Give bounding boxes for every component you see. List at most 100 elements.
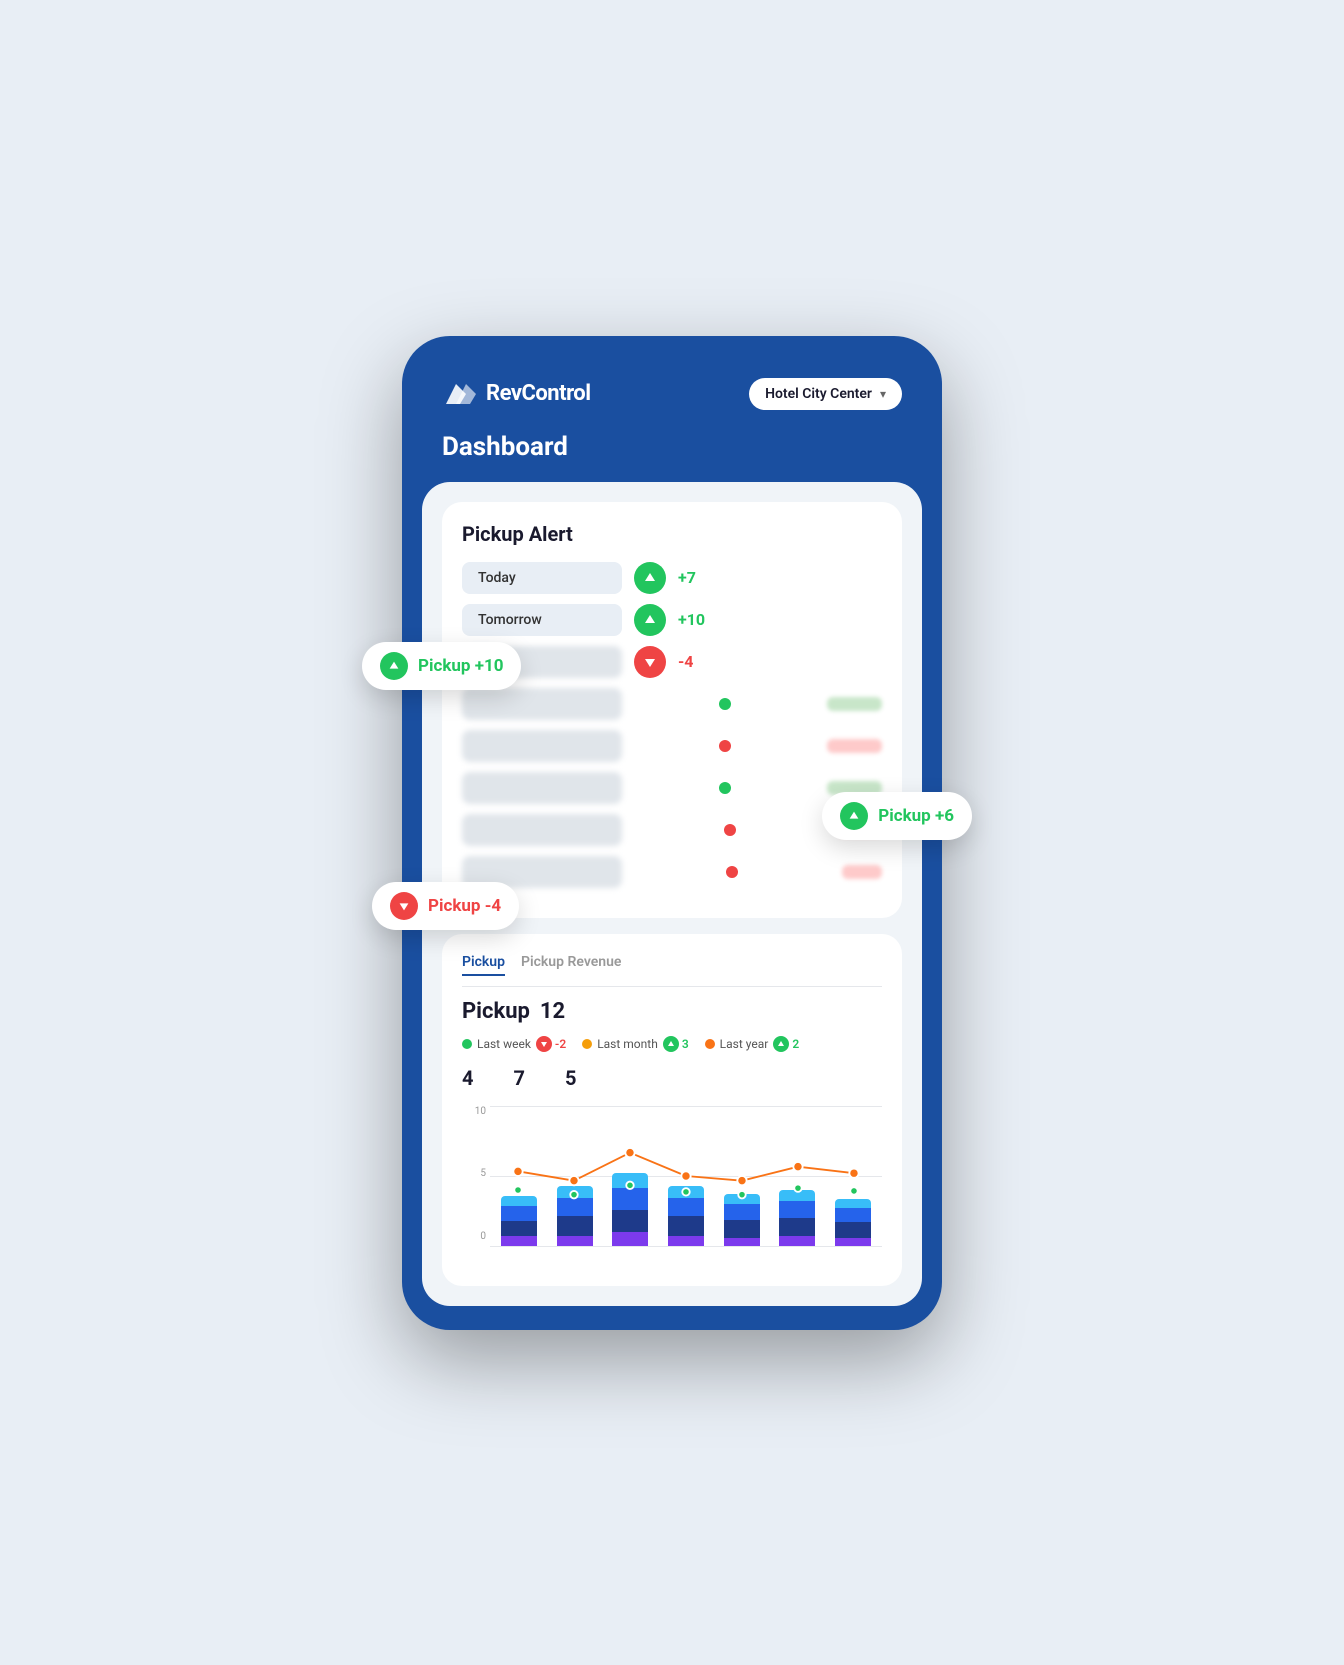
chevron-down-icon: ▾ — [880, 387, 886, 401]
bar-stack-4 — [668, 1186, 704, 1246]
alert-row-day6: Blurred — [462, 772, 882, 804]
bar-seg-6-4 — [779, 1190, 815, 1201]
alert-row-day8: Blurred — [462, 856, 882, 888]
day-label-day7: Blurred — [462, 814, 622, 846]
phone-frame: RevControl Hotel City Center ▾ Dashboard… — [402, 336, 942, 1330]
day-label-day5: Blurred — [462, 730, 622, 762]
stat-1: 4 — [462, 1066, 473, 1090]
bar-seg-3-1 — [612, 1232, 648, 1246]
bar-seg-5-4 — [724, 1194, 760, 1204]
stat-2: 7 — [513, 1066, 524, 1090]
logo-icon — [442, 376, 478, 412]
pickup-badge-minus4: Pickup -4 — [372, 882, 519, 930]
legend-label-year: Last year — [720, 1037, 769, 1051]
bar-seg-6-2 — [779, 1218, 815, 1236]
day-label-today: Today — [462, 562, 622, 594]
bar-stack-2 — [557, 1186, 593, 1246]
y-label-5: 5 — [462, 1168, 486, 1179]
bar-seg-1-3 — [501, 1206, 537, 1221]
bar-seg-7-4 — [835, 1199, 871, 1208]
badge-icon-year — [773, 1036, 789, 1052]
pickup-badge-plus6: Pickup +6 — [822, 792, 972, 840]
bar-seg-1-4 — [501, 1196, 537, 1206]
bars-row — [490, 1106, 882, 1246]
badge-text-1: Pickup +10 — [418, 656, 503, 676]
bar-group-7 — [828, 1106, 878, 1246]
bar-stack-7 — [835, 1199, 871, 1246]
status-dot-day5 — [719, 740, 731, 752]
legend-last-month: Last month 3 — [582, 1036, 688, 1052]
legend-badge-week: -2 — [536, 1036, 566, 1052]
pickup-chart-card: Pickup Pickup Revenue Pickup 12 Last wee… — [442, 934, 902, 1286]
chart-container: 10 5 0 — [462, 1106, 882, 1266]
hotel-selector[interactable]: Hotel City Center ▾ — [749, 378, 902, 410]
alert-row-day5: Blurred — [462, 730, 882, 762]
change-day8 — [842, 865, 882, 879]
pickup-title: Pickup — [462, 999, 530, 1024]
bar-seg-6-3 — [779, 1201, 815, 1218]
tab-pickup-revenue[interactable]: Pickup Revenue — [521, 954, 621, 976]
pickup-total: 12 — [540, 999, 565, 1024]
y-label-0: 0 — [462, 1231, 486, 1242]
status-dot-day6 — [719, 782, 731, 794]
legend-last-year: Last year 2 — [705, 1036, 800, 1052]
badge-text-2: Pickup +6 — [878, 806, 954, 826]
status-dot-day7 — [724, 824, 736, 836]
alert-row-tomorrow: Tomorrow +10 — [462, 604, 882, 636]
day-label-tomorrow: Tomorrow — [462, 604, 622, 636]
bar-group-3 — [605, 1106, 655, 1246]
hotel-name: Hotel City Center — [765, 386, 872, 402]
status-up-tomorrow — [634, 604, 666, 636]
y-axis: 10 5 0 — [462, 1106, 486, 1242]
bar-stack-3 — [612, 1173, 648, 1246]
pickup-badge-plus10: Pickup +10 — [362, 642, 521, 690]
alert-row-today: Today +7 — [462, 562, 882, 594]
change-day5 — [827, 739, 882, 753]
legend-label-week: Last week — [477, 1037, 531, 1051]
alert-row-day7: Blurred — [462, 814, 882, 846]
stats-row: 4 7 5 — [462, 1066, 882, 1090]
bar-seg-1-2 — [501, 1221, 537, 1236]
pickup-alert-title: Pickup Alert — [462, 522, 882, 546]
bar-group-6 — [773, 1106, 823, 1246]
bar-stack-5 — [724, 1194, 760, 1246]
bar-seg-5-3 — [724, 1204, 760, 1220]
tab-pickup[interactable]: Pickup — [462, 954, 505, 976]
status-up-today — [634, 562, 666, 594]
pickup-heading: Pickup 12 — [462, 999, 882, 1024]
badge-up-icon — [380, 652, 408, 680]
bar-seg-4-3 — [668, 1198, 704, 1216]
legend-badge-year: 2 — [773, 1036, 799, 1052]
bar-seg-5-2 — [724, 1220, 760, 1238]
bar-seg-7-2 — [835, 1222, 871, 1238]
stat-3: 5 — [565, 1066, 576, 1090]
alert-row-day3: Blurred -4 — [462, 646, 882, 678]
change-day4 — [827, 697, 882, 711]
pickup-alert-card: Pickup Alert Today +7 Tomorrow +10 Blurr… — [442, 502, 902, 918]
legend-label-month: Last month — [597, 1037, 658, 1051]
badge-up-icon-2 — [840, 802, 868, 830]
bar-seg-4-4 — [668, 1186, 704, 1198]
bar-seg-4-1 — [668, 1236, 704, 1246]
bar-seg-3-2 — [612, 1210, 648, 1232]
badge-text-3: Pickup -4 — [428, 896, 501, 916]
status-down-day3 — [634, 646, 666, 678]
day-label-day6: Blurred — [462, 772, 622, 804]
legend-last-week: Last week -2 — [462, 1036, 566, 1052]
legend-change-year: 2 — [792, 1037, 799, 1051]
bar-seg-6-1 — [779, 1236, 815, 1246]
badge-icon-month — [663, 1036, 679, 1052]
content-area: Pickup +10 Pickup +6 Pickup -4 Pickup Al… — [422, 482, 922, 1306]
bar-seg-2-4 — [557, 1186, 593, 1198]
bar-seg-4-2 — [668, 1216, 704, 1236]
legend-dot-year — [705, 1039, 715, 1049]
day-label-day4: Blurred — [462, 688, 622, 720]
bar-stack-6 — [779, 1190, 815, 1246]
y-label-10: 10 — [462, 1106, 486, 1117]
legend-dot-month — [582, 1039, 592, 1049]
bar-seg-3-4 — [612, 1173, 648, 1188]
bar-stack-1 — [501, 1196, 537, 1246]
app-header: RevControl Hotel City Center ▾ — [422, 360, 922, 432]
badge-icon-week — [536, 1036, 552, 1052]
bar-group-2 — [550, 1106, 600, 1246]
